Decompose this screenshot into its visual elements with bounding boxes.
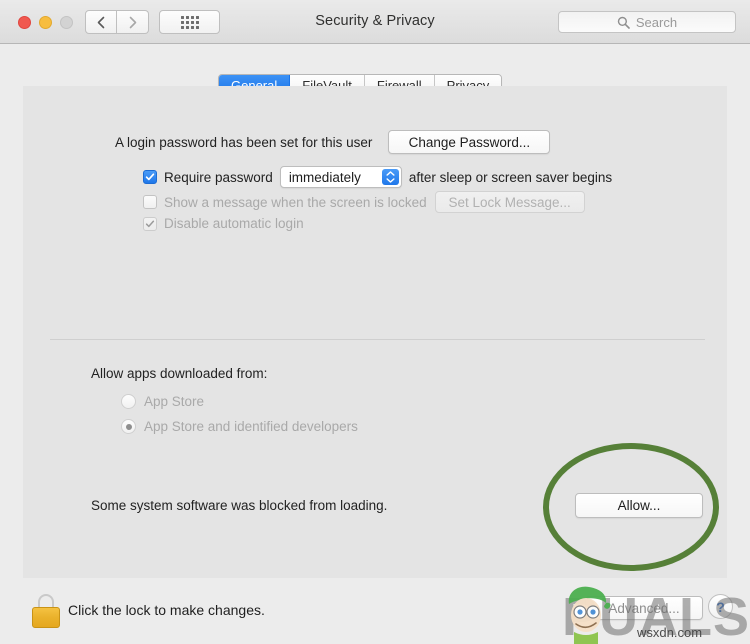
radio-identified-developers-label: App Store and identified developers <box>144 419 358 434</box>
password-delay-select[interactable]: immediately <box>279 166 402 188</box>
section-divider <box>50 339 705 340</box>
allow-apps-heading: Allow apps downloaded from: <box>91 366 268 381</box>
chevron-down-icon <box>386 178 395 183</box>
padlock-closed-icon[interactable] <box>31 594 61 628</box>
radio-app-store-label: App Store <box>144 394 205 409</box>
advanced-button[interactable]: Advanced... <box>585 596 703 620</box>
login-password-row: A login password has been set for this u… <box>115 130 551 154</box>
window-titlebar: Security & Privacy Search <box>0 0 750 44</box>
chevron-updown-icon <box>381 169 399 185</box>
search-icon <box>617 16 630 29</box>
help-button[interactable]: ? <box>708 594 733 619</box>
show-lock-message-checkbox[interactable] <box>143 195 157 209</box>
require-password-row: Require password immediately after sleep… <box>143 166 612 188</box>
login-password-label: A login password has been set for this u… <box>115 134 373 150</box>
disable-auto-login-row: Disable automatic login <box>143 216 304 231</box>
checkmark-icon <box>145 173 155 181</box>
require-password-label: Require password <box>164 169 273 185</box>
checkmark-icon <box>145 220 155 227</box>
show-lock-message-label: Show a message when the screen is locked <box>164 194 427 210</box>
search-placeholder: Search <box>635 14 678 30</box>
require-password-checkbox[interactable] <box>143 170 157 184</box>
padlock-body <box>32 607 60 628</box>
radio-identified-developers-row: App Store and identified developers <box>121 419 358 434</box>
annotation-ellipse <box>543 443 719 571</box>
change-password-button[interactable]: Change Password... <box>388 130 551 154</box>
disable-auto-login-label: Disable automatic login <box>164 216 304 231</box>
lock-hint-label: Click the lock to make changes. <box>68 602 265 618</box>
security-privacy-window: Security & Privacy Search General FileVa… <box>0 0 750 644</box>
radio-app-store <box>121 394 136 409</box>
blocked-software-text: Some system software was blocked from lo… <box>91 498 388 513</box>
disable-auto-login-checkbox <box>143 216 157 231</box>
set-lock-message-button: Set Lock Message... <box>434 191 585 213</box>
radio-selected-dot <box>125 423 132 430</box>
chevron-up-icon <box>386 171 395 176</box>
radio-app-store-row: App Store <box>121 394 204 409</box>
password-delay-value: immediately <box>288 169 361 185</box>
show-lock-message-row: Show a message when the screen is locked… <box>143 191 585 213</box>
radio-identified-developers <box>121 419 136 434</box>
search-input[interactable]: Search <box>558 11 736 33</box>
password-delay-suffix: after sleep or screen saver begins <box>408 169 613 185</box>
